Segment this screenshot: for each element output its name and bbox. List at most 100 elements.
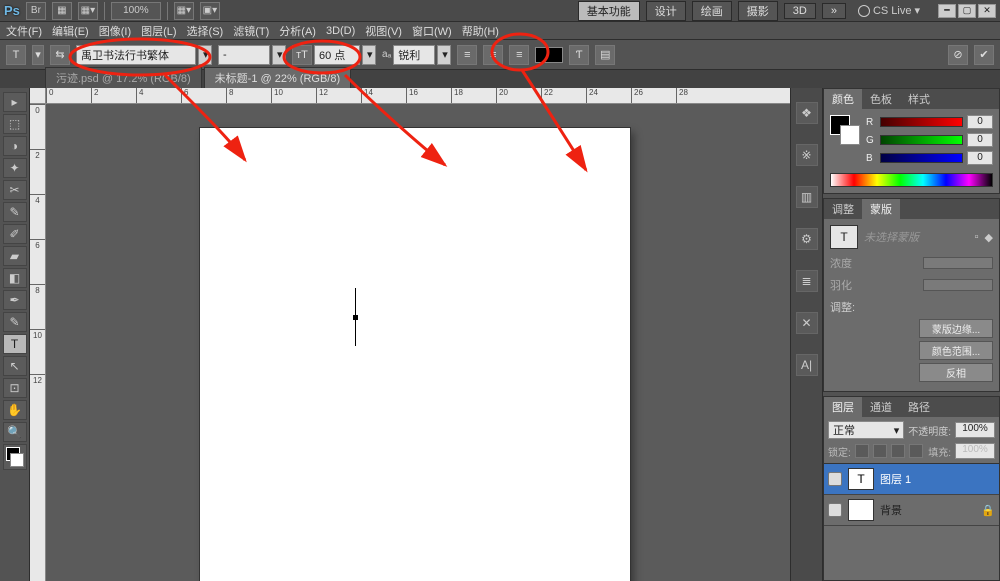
value-g[interactable]: 0 — [967, 133, 993, 147]
color-swatch-tool[interactable] — [3, 444, 27, 470]
vis-icon[interactable] — [828, 472, 842, 486]
tab-channels[interactable]: 通道 — [862, 397, 900, 417]
slider-r[interactable] — [880, 117, 963, 127]
font-style-drop[interactable]: ▾ — [272, 45, 286, 65]
tab-paths[interactable]: 路径 — [900, 397, 938, 417]
cslive-button[interactable]: CS Live▾ — [858, 4, 920, 17]
menu-help[interactable]: 帮助(H) — [462, 23, 499, 39]
min-button[interactable]: ━ — [938, 4, 956, 18]
tool-11[interactable]: T — [3, 334, 27, 354]
mask-edge-button[interactable]: 蒙版边缘... — [919, 319, 993, 338]
font-size-field[interactable]: 60 点 — [314, 45, 360, 65]
dock-icon-0[interactable]: ❖ — [796, 102, 818, 124]
menu-layer[interactable]: 图层(L) — [141, 23, 176, 39]
vector-mask-icon[interactable]: ◆ — [985, 231, 993, 244]
pixel-mask-icon[interactable]: ▫ — [975, 231, 979, 243]
layer-row-0[interactable]: T图层 1 — [824, 464, 999, 495]
cancel-edit-icon[interactable]: ⊘ — [948, 45, 968, 65]
dock-icon-2[interactable]: ▥ — [796, 186, 818, 208]
workspace-paint[interactable]: 绘画 — [692, 1, 732, 21]
vis-icon[interactable] — [828, 503, 842, 517]
mask-thumb[interactable]: T — [830, 225, 858, 249]
fill-field[interactable]: 100% — [955, 443, 995, 459]
menu-window[interactable]: 窗口(W) — [412, 23, 452, 39]
slider-g[interactable] — [880, 135, 963, 145]
tab-mask[interactable]: 蒙版 — [862, 199, 900, 219]
menu-view[interactable]: 视图(V) — [365, 23, 402, 39]
lock-pos-icon[interactable] — [891, 444, 905, 458]
align-right-icon[interactable]: ≡ — [509, 45, 529, 65]
character-panel-icon[interactable]: ▤ — [595, 45, 615, 65]
arrange-icon[interactable]: ▦▾ — [174, 2, 194, 20]
feather-slider[interactable] — [923, 279, 993, 291]
antialias-field[interactable]: 锐利 — [393, 45, 435, 65]
blend-mode-field[interactable]: 正常▾ — [828, 421, 904, 439]
tool-8[interactable]: ◧ — [3, 268, 27, 288]
layer-row-1[interactable]: 背景🔒 — [824, 495, 999, 526]
minibridge-icon[interactable]: ▦ — [52, 2, 72, 20]
lock-all-icon[interactable] — [909, 444, 923, 458]
font-size-drop[interactable]: ▾ — [362, 45, 376, 65]
value-r[interactable]: 0 — [967, 115, 993, 129]
menu-image[interactable]: 图像(I) — [99, 23, 131, 39]
dock-icon-4[interactable]: ≣ — [796, 270, 818, 292]
dock-icon-5[interactable]: ✕ — [796, 312, 818, 334]
commit-edit-icon[interactable]: ✔ — [974, 45, 994, 65]
font-style-field[interactable]: - — [218, 45, 270, 65]
tab-layers[interactable]: 图层 — [824, 397, 862, 417]
dock-icon-6[interactable]: A| — [796, 354, 818, 376]
max-button[interactable]: ▢ — [958, 4, 976, 18]
menu-analysis[interactable]: 分析(A) — [279, 23, 316, 39]
view-extras-icon[interactable]: ▦▾ — [78, 2, 98, 20]
doc-tab-0[interactable]: 污迹.psd @ 17.2% (RGB/8) — [45, 67, 202, 88]
warp-text-icon[interactable]: Ƭ — [569, 45, 589, 65]
tool-14[interactable]: ✋ — [3, 400, 27, 420]
lock-trans-icon[interactable] — [855, 444, 869, 458]
bridge-icon[interactable]: Br — [26, 2, 46, 20]
dock-icon-3[interactable]: ⚙ — [796, 228, 818, 250]
tool-preset-icon[interactable]: T — [6, 45, 26, 65]
spectrum-bar[interactable] — [830, 173, 993, 187]
tool-13[interactable]: ⊡ — [3, 378, 27, 398]
text-color-swatch[interactable] — [535, 47, 563, 63]
tool-15[interactable]: 🔍 — [3, 422, 27, 442]
tool-7[interactable]: ▰ — [3, 246, 27, 266]
font-family-field[interactable]: 禹卫书法行书繁体 — [76, 45, 196, 65]
document-canvas[interactable] — [200, 128, 630, 581]
dock-icon-1[interactable]: ※ — [796, 144, 818, 166]
workspace-design[interactable]: 设计 — [646, 1, 686, 21]
screenmode-icon[interactable]: ▣▾ — [200, 2, 220, 20]
tab-swatches[interactable]: 色板 — [862, 89, 900, 109]
color-swatch[interactable] — [830, 115, 860, 145]
workspace-photo[interactable]: 摄影 — [738, 1, 778, 21]
menu-3d[interactable]: 3D(D) — [326, 25, 355, 37]
close-button[interactable]: ✕ — [978, 4, 996, 18]
menu-edit[interactable]: 编辑(E) — [52, 23, 89, 39]
zoom-field[interactable]: 100% — [111, 2, 161, 20]
tool-0[interactable]: ▸ — [3, 92, 27, 112]
slider-b[interactable] — [880, 153, 963, 163]
tool-12[interactable]: ↖ — [3, 356, 27, 376]
workspace-3d[interactable]: 3D — [784, 3, 816, 19]
tab-color[interactable]: 颜色 — [824, 89, 862, 109]
menu-filter[interactable]: 滤镜(T) — [233, 23, 269, 39]
tab-adjust[interactable]: 调整 — [824, 199, 862, 219]
orientation-toggle[interactable]: ⇆ — [50, 45, 70, 65]
antialias-drop[interactable]: ▾ — [437, 45, 451, 65]
canvas-area[interactable]: 0246810121416182022242628 024681012 — [30, 88, 790, 581]
workspace-basic[interactable]: 基本功能 — [578, 1, 640, 21]
tool-6[interactable]: ✐ — [3, 224, 27, 244]
color-range-button[interactable]: 颜色范围... — [919, 341, 993, 360]
tool-4[interactable]: ✂ — [3, 180, 27, 200]
density-slider[interactable] — [923, 257, 993, 269]
lock-pixels-icon[interactable] — [873, 444, 887, 458]
tool-1[interactable]: ⬚ — [3, 114, 27, 134]
tool-10[interactable]: ✎ — [3, 312, 27, 332]
align-center-icon[interactable]: ≡ — [483, 45, 503, 65]
tool-preset-drop[interactable]: ▾ — [32, 45, 44, 65]
invert-button[interactable]: 反相 — [919, 363, 993, 382]
doc-tab-1[interactable]: 未标题-1 @ 22% (RGB/8) — [204, 67, 351, 88]
tool-9[interactable]: ✒ — [3, 290, 27, 310]
workspace-more[interactable]: » — [822, 3, 846, 19]
tool-5[interactable]: ✎ — [3, 202, 27, 222]
